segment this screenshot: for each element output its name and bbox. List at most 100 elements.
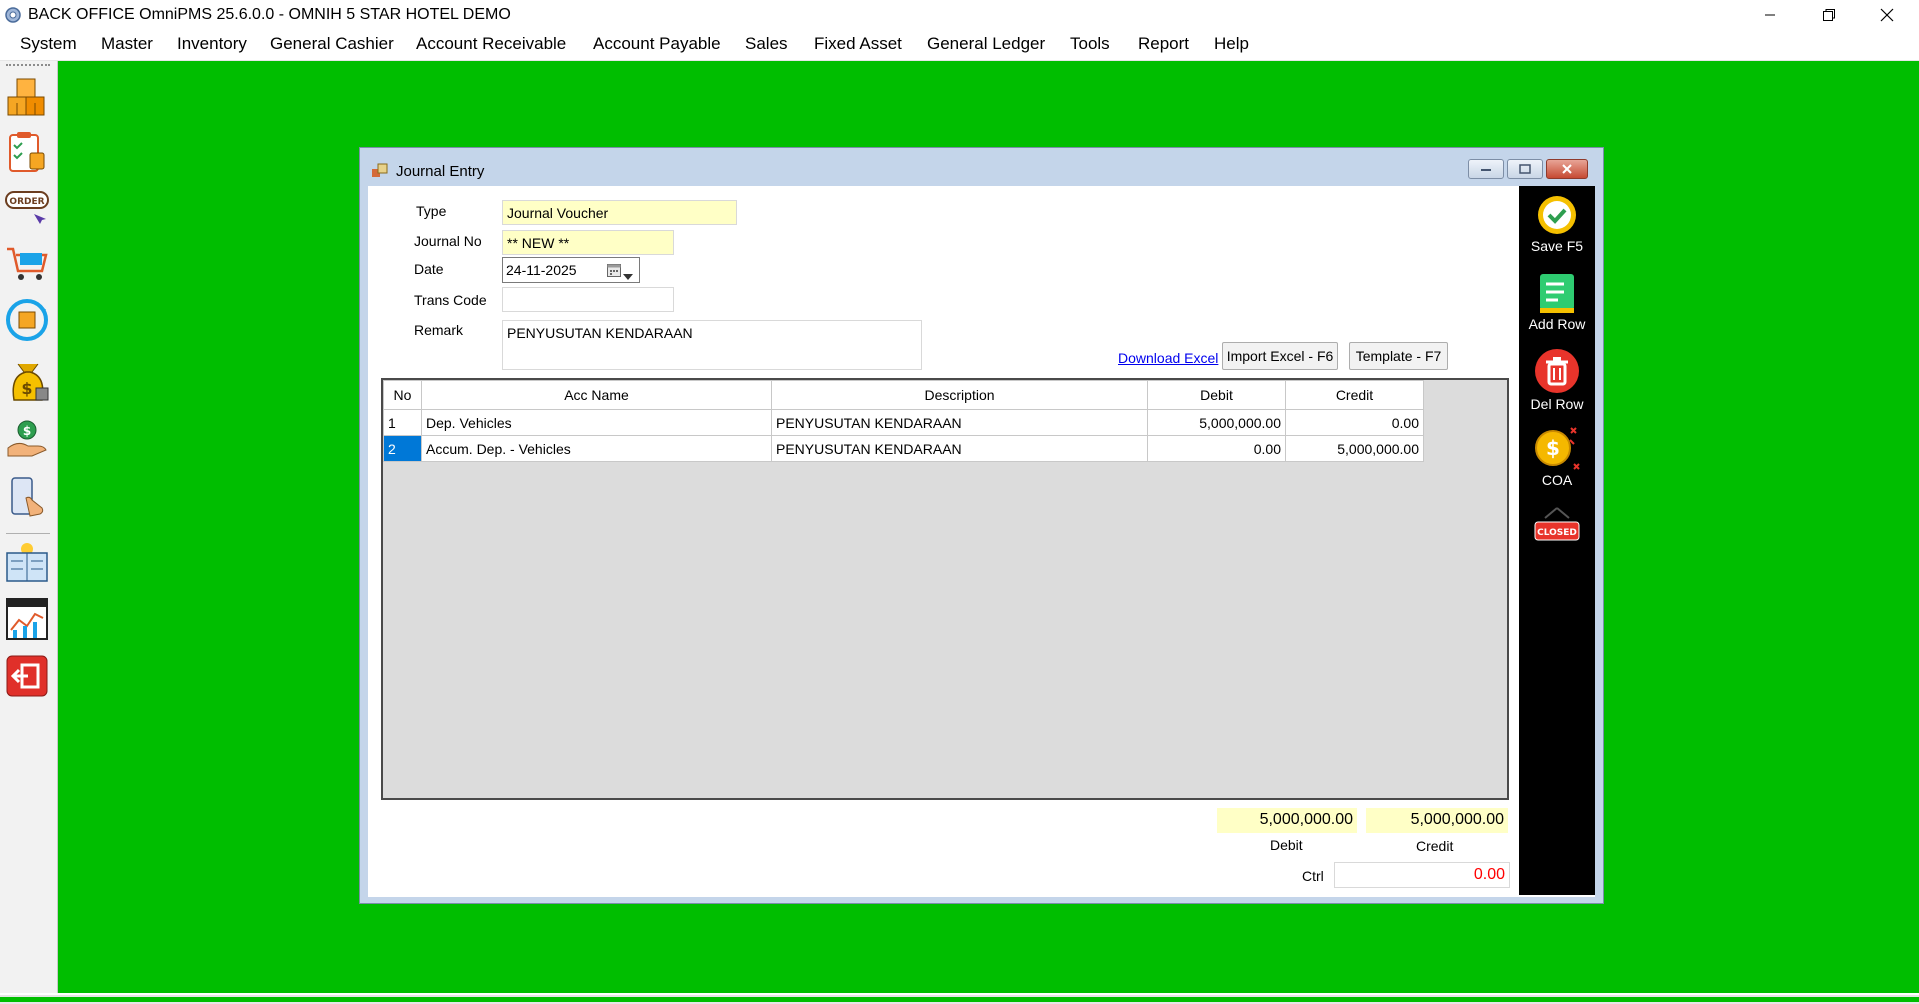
type-field[interactable]: Journal Voucher	[502, 200, 737, 225]
journal-no-field[interactable]: ** NEW **	[502, 230, 674, 255]
cell-description[interactable]: PENYUSUTAN KENDARAAN	[771, 409, 1148, 436]
cell-credit[interactable]: 0.00	[1285, 409, 1424, 436]
menu-general-ledger[interactable]: General Ledger	[927, 34, 1045, 54]
download-excel-link[interactable]: Download Excel	[1118, 350, 1218, 366]
column-header-description[interactable]: Description	[771, 380, 1148, 410]
status-strip	[0, 993, 1919, 1004]
ledger-book-icon[interactable]	[4, 539, 50, 585]
menu-system[interactable]: System	[20, 34, 77, 54]
column-header-debit[interactable]: Debit	[1147, 380, 1286, 410]
child-window-title: Journal Entry	[396, 163, 485, 180]
cycle-box-icon[interactable]	[4, 297, 50, 343]
window-title: BACK OFFICE OmniPMS 25.6.0.0 - OMNIH 5 S…	[28, 6, 511, 23]
closed-badge-text: CLOSED	[1537, 528, 1577, 538]
grid-header-row: No Acc Name Description Debit Credit	[383, 380, 1424, 410]
closed-status-badge: CLOSED	[1519, 506, 1595, 546]
menu-master[interactable]: Master	[101, 34, 153, 54]
remark-field[interactable]: PENYUSUTAN KENDARAAN	[502, 320, 922, 370]
cell-acc-name[interactable]: Dep. Vehicles	[421, 409, 772, 436]
journal-lines-grid[interactable]: No Acc Name Description Debit Credit 1 D…	[381, 378, 1509, 800]
left-toolbar: ORDER $ $	[0, 61, 58, 993]
cell-credit[interactable]: 5,000,000.00	[1285, 435, 1424, 462]
save-label: Save F5	[1530, 238, 1584, 254]
add-row-icon	[1540, 274, 1574, 313]
svg-text:ORDER: ORDER	[9, 197, 44, 207]
menu-account-receivable[interactable]: Account Receivable	[416, 34, 566, 54]
credit-total-label: Credit	[1416, 838, 1454, 854]
column-header-acc-name[interactable]: Acc Name	[421, 380, 772, 410]
trans-code-field[interactable]	[502, 287, 674, 312]
minimize-icon	[1481, 169, 1491, 171]
maximize-icon	[1519, 164, 1531, 174]
cell-description[interactable]: PENYUSUTAN KENDARAAN	[771, 435, 1148, 462]
debit-total-label: Debit	[1270, 837, 1303, 853]
toolbar-grip	[6, 64, 50, 66]
template-button[interactable]: Template - F7	[1349, 342, 1448, 370]
hand-money-icon[interactable]: $	[4, 416, 50, 462]
save-button[interactable]: Save F5	[1519, 194, 1595, 254]
menu-sales[interactable]: Sales	[745, 34, 788, 54]
menu-fixed-asset[interactable]: Fixed Asset	[814, 34, 902, 54]
close-icon	[1880, 8, 1894, 22]
coa-button[interactable]: $ COA	[1519, 424, 1595, 488]
child-close-button[interactable]	[1546, 159, 1588, 179]
del-row-button[interactable]: Del Row	[1519, 348, 1595, 412]
coa-label: COA	[1541, 472, 1573, 488]
date-label: Date	[414, 261, 444, 277]
menu-tools[interactable]: Tools	[1070, 34, 1110, 54]
clipboard-checklist-icon[interactable]	[4, 129, 50, 175]
menu-report[interactable]: Report	[1138, 34, 1189, 54]
date-value: 24-11-2025	[506, 262, 577, 278]
import-excel-button[interactable]: Import Excel - F6	[1222, 342, 1338, 370]
menu-help[interactable]: Help	[1214, 34, 1249, 54]
svg-text:$: $	[23, 424, 31, 438]
close-icon	[1562, 164, 1572, 174]
column-header-credit[interactable]: Credit	[1285, 380, 1424, 410]
order-icon[interactable]: ORDER	[4, 186, 50, 232]
form-window-icon	[372, 163, 388, 179]
remark-label: Remark	[414, 322, 464, 338]
del-row-label: Del Row	[1530, 396, 1584, 412]
close-window-button[interactable]	[1858, 0, 1916, 30]
chart-report-icon[interactable]	[4, 596, 50, 642]
cell-debit[interactable]: 5,000,000.00	[1147, 409, 1286, 436]
action-panel: Save F5 Add Row Del Row $ COA CLOSED	[1519, 186, 1595, 895]
coin-icon: $	[1535, 427, 1580, 470]
shopping-cart-icon[interactable]	[4, 239, 50, 285]
menu-general-cashier[interactable]: General Cashier	[270, 34, 394, 54]
money-bag-icon[interactable]: $	[4, 358, 50, 404]
journal-no-label: Journal No	[414, 233, 482, 249]
table-row[interactable]: 1 Dep. Vehicles PENYUSUTAN KENDARAAN 5,0…	[383, 409, 1424, 436]
check-circle-icon	[1538, 196, 1576, 234]
minimize-button[interactable]	[1741, 0, 1799, 30]
column-header-no[interactable]: No	[383, 380, 422, 410]
credit-total-field: 5,000,000.00	[1366, 808, 1508, 833]
menu-inventory[interactable]: Inventory	[177, 34, 247, 54]
chevron-down-icon[interactable]	[623, 267, 633, 285]
restore-button[interactable]	[1800, 0, 1858, 30]
add-row-button[interactable]: Add Row	[1519, 272, 1595, 332]
type-label: Type	[416, 203, 447, 219]
cell-no[interactable]: 2	[383, 435, 422, 462]
logout-icon[interactable]	[4, 653, 50, 699]
window-title-bar: BACK OFFICE OmniPMS 25.6.0.0 - OMNIH 5 S…	[0, 0, 1919, 30]
cell-acc-name[interactable]: Accum. Dep. - Vehicles	[421, 435, 772, 462]
child-minimize-button[interactable]	[1468, 159, 1504, 179]
closed-sign-icon: CLOSED	[1534, 507, 1580, 541]
svg-text:$: $	[1546, 436, 1560, 460]
ctrl-label: Ctrl	[1302, 868, 1324, 884]
svg-text:$: $	[21, 379, 32, 398]
cell-debit[interactable]: 0.00	[1147, 435, 1286, 462]
date-picker[interactable]: 24-11-2025	[502, 257, 640, 283]
debit-total-field: 5,000,000.00	[1217, 808, 1357, 833]
child-maximize-button[interactable]	[1507, 159, 1543, 179]
trash-icon	[1535, 349, 1579, 393]
add-row-label: Add Row	[1528, 316, 1586, 332]
table-row[interactable]: 2 Accum. Dep. - Vehicles PENYUSUTAN KEND…	[383, 435, 1424, 462]
cell-no[interactable]: 1	[383, 409, 422, 436]
calendar-icon[interactable]	[607, 263, 621, 282]
menu-bar: System Master Inventory General Cashier …	[0, 30, 1919, 61]
mobile-tap-icon[interactable]	[4, 474, 50, 520]
inventory-boxes-icon[interactable]	[4, 73, 50, 119]
menu-account-payable[interactable]: Account Payable	[593, 34, 721, 54]
